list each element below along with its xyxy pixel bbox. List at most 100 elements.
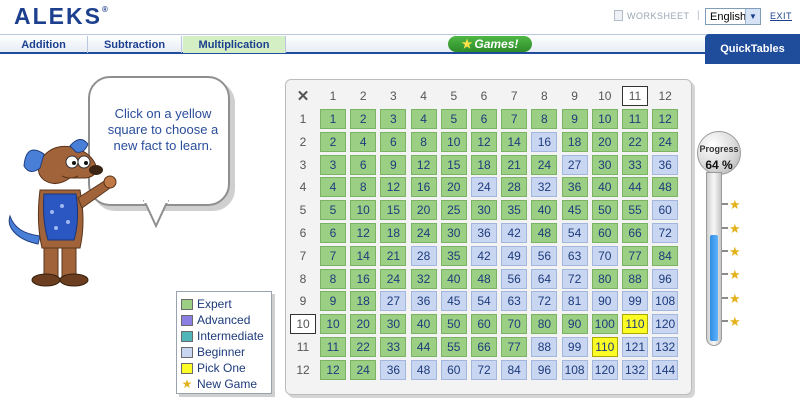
quicktables-tab[interactable]: QuickTables [705, 34, 800, 64]
fact-cell[interactable]: 48 [410, 359, 437, 380]
row-header[interactable]: 9 [290, 291, 316, 311]
fact-cell[interactable]: 50 [440, 314, 467, 335]
column-header[interactable]: 11 [622, 86, 648, 106]
worksheet-button[interactable]: WORKSHEET [614, 10, 690, 21]
language-select[interactable]: English ▼ [705, 8, 761, 25]
column-header[interactable]: 6 [471, 86, 497, 106]
fact-cell[interactable]: 12 [350, 223, 377, 243]
row-header[interactable]: 5 [290, 200, 316, 220]
fact-cell[interactable]: 11 [622, 109, 648, 129]
column-header[interactable]: 4 [411, 86, 437, 106]
fact-cell[interactable]: 70 [591, 245, 618, 266]
fact-cell[interactable]: 18 [561, 131, 588, 152]
column-header[interactable]: 5 [441, 86, 467, 106]
fact-cell[interactable]: 3 [380, 109, 407, 129]
fact-cell[interactable]: 18 [350, 291, 377, 312]
fact-cell[interactable]: 48 [531, 223, 558, 243]
column-header[interactable]: 9 [562, 86, 588, 106]
fact-cell[interactable]: 60 [471, 314, 497, 335]
fact-cell[interactable]: 11 [320, 337, 346, 357]
fact-cell[interactable]: 81 [561, 291, 588, 312]
fact-cell[interactable]: 72 [652, 223, 679, 243]
fact-cell[interactable]: 8 [410, 131, 437, 152]
fact-cell[interactable]: 44 [410, 337, 437, 357]
fact-cell[interactable]: 6 [320, 223, 346, 243]
fact-cell[interactable]: 45 [561, 200, 588, 221]
fact-cell[interactable]: 32 [531, 177, 558, 198]
fact-cell[interactable]: 12 [320, 359, 346, 380]
fact-cell[interactable]: 54 [561, 223, 588, 243]
fact-cell[interactable]: 10 [440, 131, 467, 152]
fact-cell[interactable]: 8 [350, 177, 377, 198]
fact-cell[interactable]: 64 [531, 268, 558, 289]
fact-cell[interactable]: 70 [501, 314, 528, 335]
fact-cell[interactable]: 12 [380, 177, 407, 198]
fact-cell[interactable]: 55 [622, 200, 648, 221]
fact-cell[interactable]: 5 [320, 200, 346, 221]
fact-cell[interactable]: 60 [652, 200, 679, 221]
fact-cell[interactable]: 10 [350, 200, 377, 221]
row-header[interactable]: 2 [290, 132, 316, 152]
fact-cell[interactable]: 24 [350, 359, 377, 380]
fact-cell[interactable]: 30 [471, 200, 497, 221]
column-header[interactable]: 12 [652, 86, 678, 106]
clear-icon[interactable]: ✕ [290, 86, 316, 106]
fact-cell[interactable]: 55 [440, 337, 467, 357]
fact-cell[interactable]: 22 [350, 337, 377, 357]
fact-cell[interactable]: 42 [471, 245, 497, 266]
fact-cell[interactable]: 24 [471, 177, 497, 198]
fact-cell[interactable]: 30 [380, 314, 407, 335]
fact-cell[interactable]: 14 [501, 131, 528, 152]
fact-cell[interactable]: 15 [440, 154, 467, 175]
fact-cell[interactable]: 8 [531, 109, 558, 129]
fact-cell[interactable]: 9 [380, 154, 407, 175]
fact-cell[interactable]: 24 [652, 131, 679, 152]
fact-cell[interactable]: 84 [652, 245, 679, 266]
row-header[interactable]: 4 [290, 177, 316, 197]
row-header[interactable]: 11 [290, 337, 316, 357]
fact-cell[interactable]: 100 [591, 314, 618, 335]
fact-cell[interactable]: 40 [410, 314, 437, 335]
fact-cell[interactable]: 63 [561, 245, 588, 266]
fact-cell[interactable]: 132 [622, 359, 648, 380]
fact-cell[interactable]: 24 [380, 268, 407, 289]
row-header[interactable]: 8 [290, 269, 316, 289]
fact-cell[interactable]: 35 [501, 200, 528, 221]
fact-cell[interactable]: 27 [380, 291, 407, 312]
fact-cell[interactable]: 33 [380, 337, 407, 357]
fact-cell[interactable]: 45 [440, 291, 467, 312]
fact-cell[interactable]: 7 [501, 109, 528, 129]
fact-cell[interactable]: 56 [531, 245, 558, 266]
row-header[interactable]: 3 [290, 155, 316, 175]
fact-cell[interactable]: 10 [591, 109, 618, 129]
fact-cell[interactable]: 30 [591, 154, 618, 175]
fact-cell[interactable]: 90 [561, 314, 588, 335]
fact-cell[interactable]: 12 [652, 109, 679, 129]
fact-cell[interactable]: 3 [320, 154, 346, 175]
fact-cell[interactable]: 6 [380, 131, 407, 152]
fact-cell[interactable]: 14 [350, 245, 377, 266]
fact-cell[interactable]: 77 [622, 245, 648, 266]
fact-cell[interactable]: 28 [410, 245, 437, 266]
fact-cell[interactable]: 48 [652, 177, 679, 198]
fact-cell[interactable]: 72 [471, 359, 497, 380]
fact-cell[interactable]: 20 [440, 177, 467, 198]
fact-cell[interactable]: 30 [440, 223, 467, 243]
fact-cell[interactable]: 60 [440, 359, 467, 380]
column-header[interactable]: 10 [592, 86, 618, 106]
fact-cell[interactable]: 44 [622, 177, 648, 198]
fact-cell[interactable]: 12 [471, 131, 497, 152]
fact-cell[interactable]: 88 [622, 268, 648, 289]
fact-cell[interactable]: 22 [622, 131, 648, 152]
legend-item-new-game[interactable]: ★ New Game [181, 376, 271, 392]
column-header[interactable]: 3 [380, 86, 406, 106]
fact-cell[interactable]: 4 [410, 109, 437, 129]
fact-cell[interactable]: 35 [440, 245, 467, 266]
fact-cell[interactable]: 108 [652, 291, 679, 312]
fact-cell[interactable]: 110 [591, 337, 618, 357]
column-header[interactable]: 2 [350, 86, 376, 106]
fact-cell[interactable]: 49 [501, 245, 528, 266]
row-header[interactable]: 10 [290, 314, 316, 335]
fact-cell[interactable]: 27 [561, 154, 588, 175]
chevron-down-icon[interactable]: ▼ [745, 9, 760, 24]
